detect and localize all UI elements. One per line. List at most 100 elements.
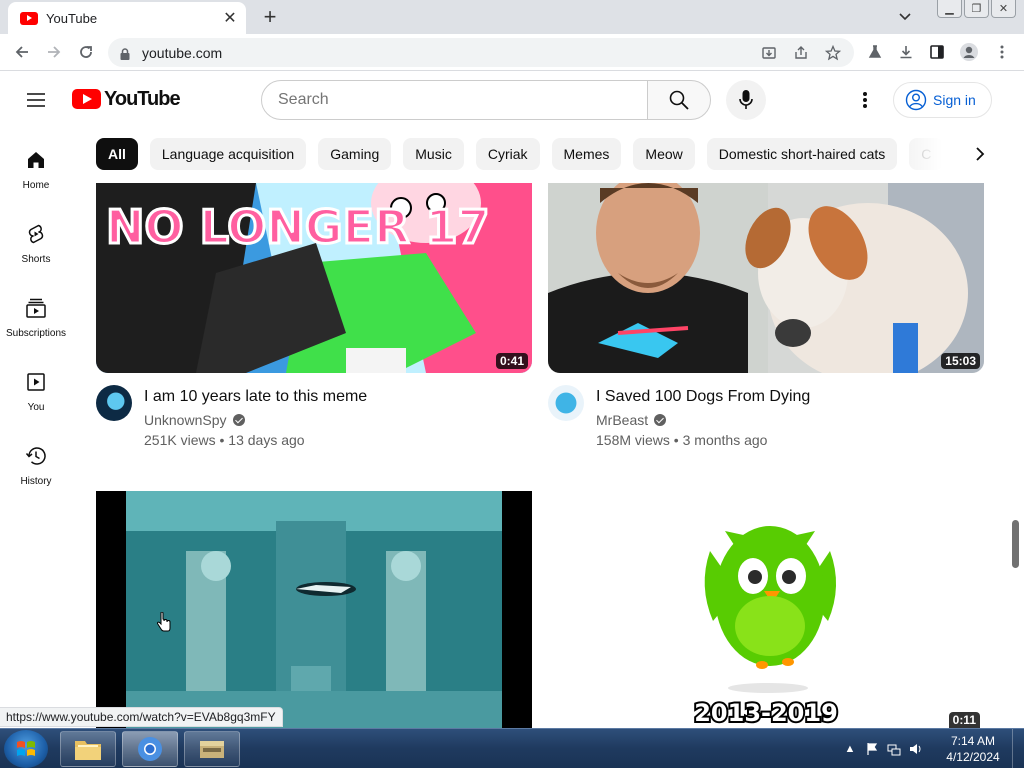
minimize-button[interactable]: ▁	[937, 0, 962, 18]
chip-domestic-short-haired-cats[interactable]: Domestic short-haired cats	[706, 138, 898, 170]
channel-avatar[interactable]	[96, 385, 132, 421]
tab-search-chevron-icon[interactable]	[894, 6, 916, 28]
show-desktop-button[interactable]	[1012, 729, 1024, 768]
chip-gaming[interactable]: Gaming	[318, 138, 392, 170]
guide-label-history: History	[20, 476, 52, 487]
guide-label-you: You	[27, 402, 45, 413]
taskbar-file-explorer[interactable]	[60, 731, 116, 767]
voice-search-button[interactable]	[726, 80, 766, 120]
taskbar-app-3[interactable]	[184, 731, 240, 767]
thumb-text-4: 2013-2019	[694, 699, 838, 727]
chip-meow[interactable]: Meow	[633, 138, 695, 170]
chip-language-acquisition[interactable]: Language acquisition	[149, 138, 307, 170]
guide-item-you[interactable]: You	[0, 358, 72, 432]
shorts-icon	[28, 224, 44, 244]
guide-item-subscriptions[interactable]: Subscriptions	[0, 284, 72, 358]
thumbnail-man-and-dog-image	[548, 183, 984, 373]
video-meta-1: I am 10 years late to this meme UnknownS…	[96, 385, 532, 450]
subscriptions-icon	[26, 298, 46, 318]
downloads-icon[interactable]	[895, 41, 917, 63]
volume-icon[interactable]	[908, 741, 924, 757]
browser-menu-icon[interactable]	[991, 41, 1013, 63]
thumbnail-underwater-image	[96, 491, 532, 728]
home-icon	[28, 152, 44, 168]
back-button[interactable]	[10, 40, 34, 64]
video-title[interactable]: I Saved 100 Dogs From Dying	[596, 386, 810, 408]
chip-bar: All Language acquisition Gaming Music Cy…	[96, 138, 1000, 170]
search-box[interactable]	[261, 80, 648, 120]
link-status-url: https://www.youtube.com/watch?v=EVAb8gq3…	[0, 707, 283, 727]
labs-flask-icon[interactable]	[864, 41, 886, 63]
restore-button[interactable]: ❐	[964, 0, 989, 18]
guide-item-home[interactable]: Home	[0, 136, 72, 210]
chip-memes[interactable]: Memes	[551, 138, 622, 170]
thumb-text-1: NO LONGER 17	[106, 200, 490, 254]
chip-next-button[interactable]	[964, 138, 996, 170]
duration-badge: 0:41	[495, 353, 528, 369]
channel-avatar[interactable]	[548, 385, 584, 421]
upload-age: 3 months ago	[682, 432, 768, 448]
share-icon[interactable]	[790, 42, 812, 64]
video-thumbnail-4[interactable]: 2013-2019 0:11	[548, 491, 984, 728]
microphone-icon	[739, 90, 753, 109]
system-clock[interactable]: 7:14 AM 4/12/2024	[940, 733, 1006, 765]
tab-close-icon[interactable]: ✕	[220, 8, 240, 28]
channel-name[interactable]: UnknownSpy	[144, 410, 227, 430]
hand-cursor-icon	[156, 612, 171, 632]
network-icon[interactable]	[886, 741, 902, 757]
briefcase-app-icon	[200, 741, 224, 758]
page-scrollbar-thumb[interactable]	[1012, 520, 1019, 568]
youtube-masthead: YouTube Sign in	[0, 72, 1024, 128]
sign-in-button[interactable]: Sign in	[893, 82, 992, 118]
install-app-icon[interactable]	[758, 42, 780, 64]
verified-badge-icon	[654, 414, 667, 426]
mini-guide: Home Shorts Subscriptions You History	[0, 136, 72, 506]
new-tab-button[interactable]: +	[258, 4, 282, 29]
side-panel-icon[interactable]	[926, 41, 948, 63]
youtube-logo[interactable]: YouTube	[72, 88, 181, 110]
video-meta-2: I Saved 100 Dogs From Dying MrBeast 158M…	[548, 385, 984, 450]
window-close-button[interactable]: ✕	[991, 0, 1016, 18]
taskbar-chrome[interactable]	[122, 731, 178, 767]
guide-label-shorts: Shorts	[21, 254, 51, 265]
start-button[interactable]	[4, 730, 48, 768]
chip-all[interactable]: All	[96, 138, 138, 170]
guide-label-subscriptions: Subscriptions	[5, 328, 67, 339]
video-thumbnail-3[interactable]	[96, 491, 532, 728]
forward-button[interactable]	[42, 40, 66, 64]
chrome-icon	[138, 737, 162, 761]
search-icon	[669, 90, 689, 110]
windows-taskbar: ▲ 7:14 AM 4/12/2024	[0, 728, 1024, 768]
chip-music[interactable]: Music	[403, 138, 464, 170]
youtube-play-logo-icon	[72, 89, 101, 109]
search-button[interactable]	[647, 80, 711, 120]
browser-tab-strip: YouTube ✕ + ▁ ❐ ✕	[0, 0, 1024, 34]
settings-more-icon[interactable]	[853, 88, 877, 112]
chevron-right-icon	[976, 147, 985, 161]
bookmark-star-icon[interactable]	[822, 42, 844, 64]
profile-avatar-icon[interactable]	[958, 41, 980, 63]
browser-tab-youtube[interactable]: YouTube ✕	[8, 2, 246, 34]
windows-logo-icon	[17, 741, 35, 756]
lock-icon[interactable]	[120, 47, 130, 60]
address-bar[interactable]: youtube.com	[108, 38, 854, 67]
channel-name[interactable]: MrBeast	[596, 410, 648, 430]
history-icon	[25, 447, 46, 465]
guide-item-shorts[interactable]: Shorts	[0, 210, 72, 284]
guide-menu-icon[interactable]	[24, 88, 48, 112]
sign-in-label: Sign in	[933, 92, 976, 108]
url-text[interactable]: youtube.com	[142, 45, 758, 61]
video-thumbnail-2[interactable]: 15:03	[548, 183, 984, 373]
video-title[interactable]: I am 10 years late to this meme	[144, 386, 367, 408]
tray-expand-icon[interactable]: ▲	[842, 741, 858, 757]
clock-date: 4/12/2024	[946, 750, 1000, 764]
folder-icon	[75, 741, 101, 760]
thumbnail-cartoon-image: NO LONGER 17	[96, 183, 532, 373]
thumbnail-owl-image: 2013-2019	[548, 491, 984, 728]
reload-button[interactable]	[74, 40, 98, 64]
chip-cyriak[interactable]: Cyriak	[475, 138, 540, 170]
search-input[interactable]	[278, 91, 647, 109]
action-center-flag-icon[interactable]	[864, 741, 880, 757]
guide-item-history[interactable]: History	[0, 432, 72, 506]
video-thumbnail-1[interactable]: NO LONGER 17 0:41	[96, 183, 532, 373]
